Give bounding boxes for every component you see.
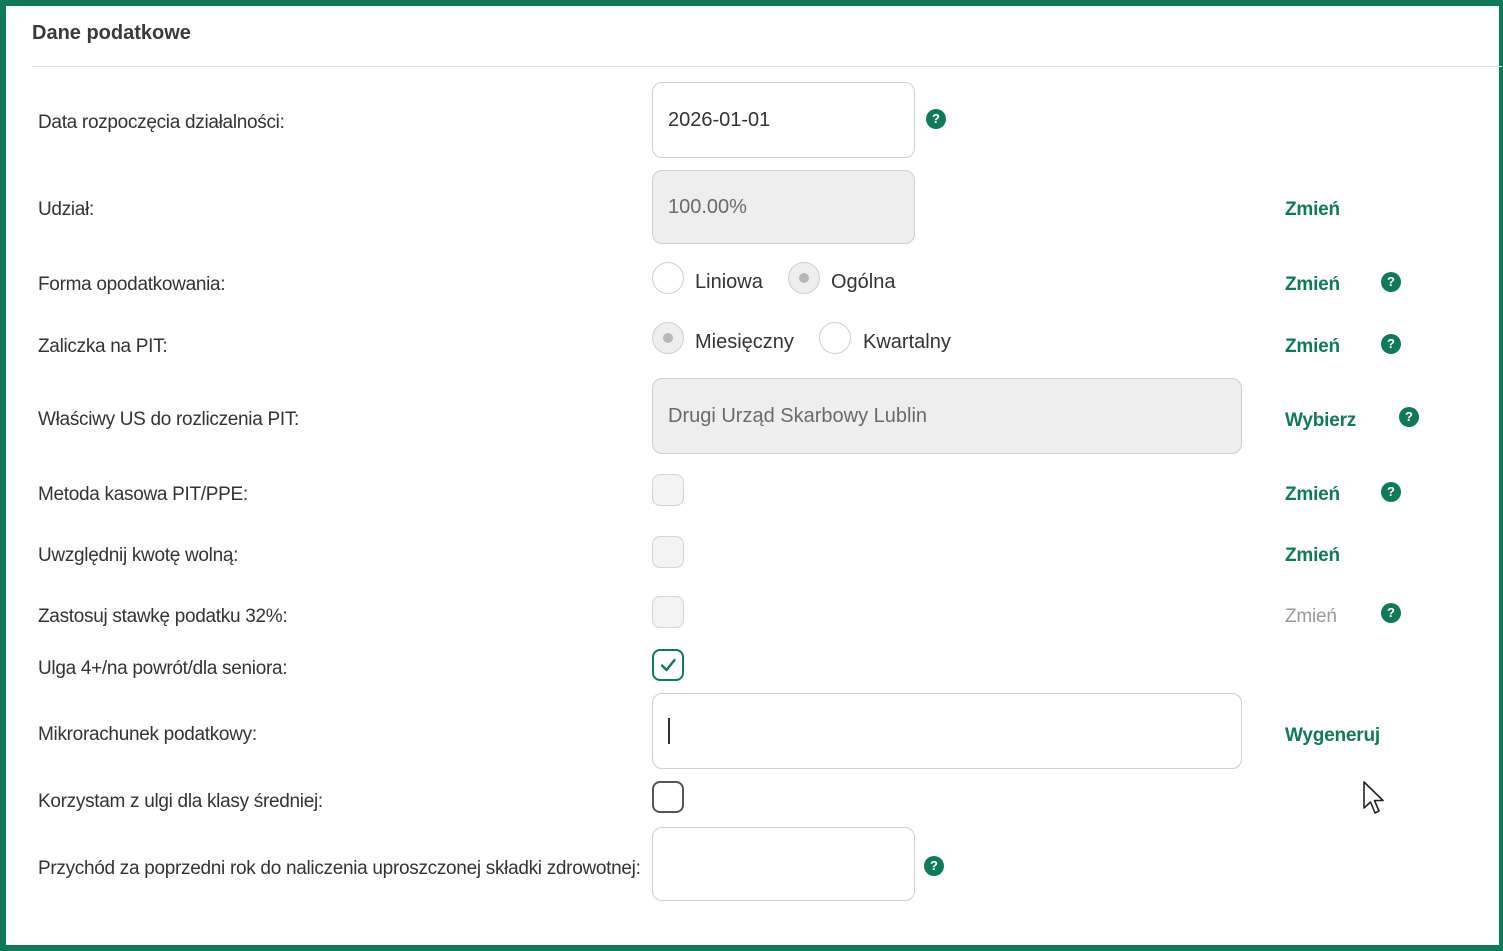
- start-date-input[interactable]: 2026-01-01: [652, 82, 915, 158]
- tax-free-change-link[interactable]: Zmień: [1285, 545, 1340, 567]
- share-change-link[interactable]: Zmień: [1285, 199, 1340, 221]
- share-input: 100.00%: [652, 170, 915, 244]
- relief-label: Ulga 4+/na powrót/dla seniora:: [38, 658, 288, 679]
- micro-account-generate-link[interactable]: Wygeneruj: [1285, 725, 1380, 747]
- tax-form-label: Forma opodatkowania:: [38, 274, 226, 295]
- middle-class-checkbox[interactable]: [652, 781, 684, 813]
- text-caret: [668, 718, 670, 744]
- tax-office-input: Drugi Urząd Skarbowy Lublin: [652, 378, 1242, 454]
- pit-advance-help-icon[interactable]: ?: [1381, 334, 1401, 354]
- micro-account-label: Mikrorachunek podatkowy:: [38, 724, 257, 745]
- pit-advance-label: Zaliczka na PIT:: [38, 336, 168, 357]
- tax-form-change-link[interactable]: Zmień: [1285, 274, 1340, 296]
- relief-checkbox[interactable]: [652, 649, 684, 681]
- tax-form-option-ogolna[interactable]: Ogólna: [831, 271, 896, 294]
- tax-form-radio-ogolna[interactable]: [788, 262, 820, 294]
- pit-advance-change-link[interactable]: Zmień: [1285, 336, 1340, 358]
- tax-form-help-icon[interactable]: ?: [1381, 272, 1401, 292]
- start-date-label: Data rozpoczęcia działalności:: [38, 112, 285, 133]
- tax-office-label: Właściwy US do rozliczenia PIT:: [38, 409, 299, 430]
- tax-office-choose-link[interactable]: Wybierz: [1285, 410, 1356, 432]
- rate-32-help-icon[interactable]: ?: [1381, 603, 1401, 623]
- start-date-help-icon[interactable]: ?: [926, 109, 946, 129]
- cash-method-label: Metoda kasowa PIT/PPE:: [38, 484, 248, 505]
- tax-data-panel: Dane podatkowe Data rozpoczęcia działaln…: [0, 0, 1503, 951]
- tax-free-checkbox: [652, 536, 684, 568]
- panel-title: Dane podatkowe: [32, 22, 191, 44]
- tax-free-label: Uwzględnij kwotę wolną:: [38, 545, 239, 566]
- prev-income-help-icon[interactable]: ?: [924, 856, 944, 876]
- cash-method-help-icon[interactable]: ?: [1381, 482, 1401, 502]
- pit-advance-radio-quarterly[interactable]: [819, 322, 851, 354]
- share-label: Udział:: [38, 199, 94, 220]
- start-date-value: 2026-01-01: [668, 108, 771, 131]
- rate-32-label: Zastosuj stawkę podatku 32%:: [38, 606, 288, 627]
- tax-form-radio-liniowa[interactable]: [652, 262, 684, 294]
- pit-advance-option-monthly[interactable]: Miesięczny: [695, 331, 794, 354]
- divider: [32, 66, 1502, 67]
- prev-income-label: Przychód za poprzedni rok do naliczenia …: [38, 858, 641, 879]
- rate-32-checkbox: [652, 596, 684, 628]
- middle-class-label: Korzystam z ulgi dla klasy średniej:: [38, 791, 323, 812]
- tax-office-help-icon[interactable]: ?: [1399, 407, 1419, 427]
- pit-advance-option-quarterly[interactable]: Kwartalny: [863, 331, 951, 354]
- cash-method-change-link[interactable]: Zmień: [1285, 484, 1340, 506]
- pit-advance-radio-monthly[interactable]: [652, 322, 684, 354]
- mouse-pointer-icon: [1363, 781, 1384, 814]
- cash-method-checkbox: [652, 474, 684, 506]
- tax-office-value: Drugi Urząd Skarbowy Lublin: [668, 404, 928, 427]
- prev-income-input[interactable]: [652, 827, 915, 901]
- share-value: 100.00%: [668, 195, 747, 218]
- rate-32-change-link: Zmień: [1285, 606, 1337, 627]
- tax-form-option-liniowa[interactable]: Liniowa: [695, 271, 763, 294]
- micro-account-input[interactable]: [652, 693, 1242, 769]
- checkmark-icon: [660, 658, 676, 672]
